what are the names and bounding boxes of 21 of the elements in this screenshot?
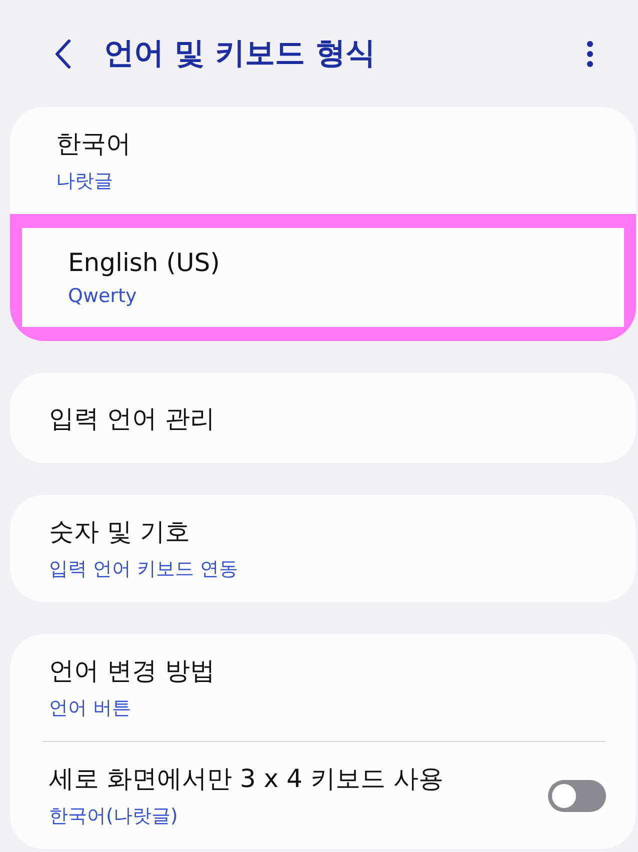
toggle-switch[interactable] xyxy=(548,780,606,812)
setting-title: 세로 화면에서만 3 x 4 키보드 사용 xyxy=(49,763,444,795)
more-icon xyxy=(586,40,594,68)
setting-title: 숫자 및 기호 xyxy=(49,516,191,548)
setting-title: English (US) xyxy=(68,248,221,277)
setting-value: 언어 버튼 xyxy=(49,696,132,721)
setting-title: 언어 변경 방법 xyxy=(49,655,216,687)
setting-value: 입력 언어 키보드 연동 xyxy=(49,557,240,582)
setting-title: 입력 언어 관리 xyxy=(49,402,216,434)
back-icon xyxy=(54,38,72,68)
setting-title: 한국어 xyxy=(56,128,132,160)
setting-item[interactable]: 입력 언어 관리 xyxy=(10,373,636,463)
setting-value: 나랏글 xyxy=(56,169,114,194)
setting-item[interactable]: 세로 화면에서만 3 x 4 키보드 사용 한국어(나랏글) xyxy=(10,742,636,849)
setting-item[interactable]: English (US) Qwerty xyxy=(10,214,636,341)
setting-value: 한국어(나랏글) xyxy=(49,804,179,829)
setting-value: Qwerty xyxy=(68,285,138,307)
setting-item[interactable]: 언어 변경 방법 언어 버튼 xyxy=(10,634,636,741)
setting-item[interactable]: 한국어 나랏글 xyxy=(10,107,636,214)
page-title: 언어 및 키보드 형식 xyxy=(104,35,376,73)
setting-item[interactable]: 숫자 및 기호 입력 언어 키보드 연동 xyxy=(10,495,636,602)
